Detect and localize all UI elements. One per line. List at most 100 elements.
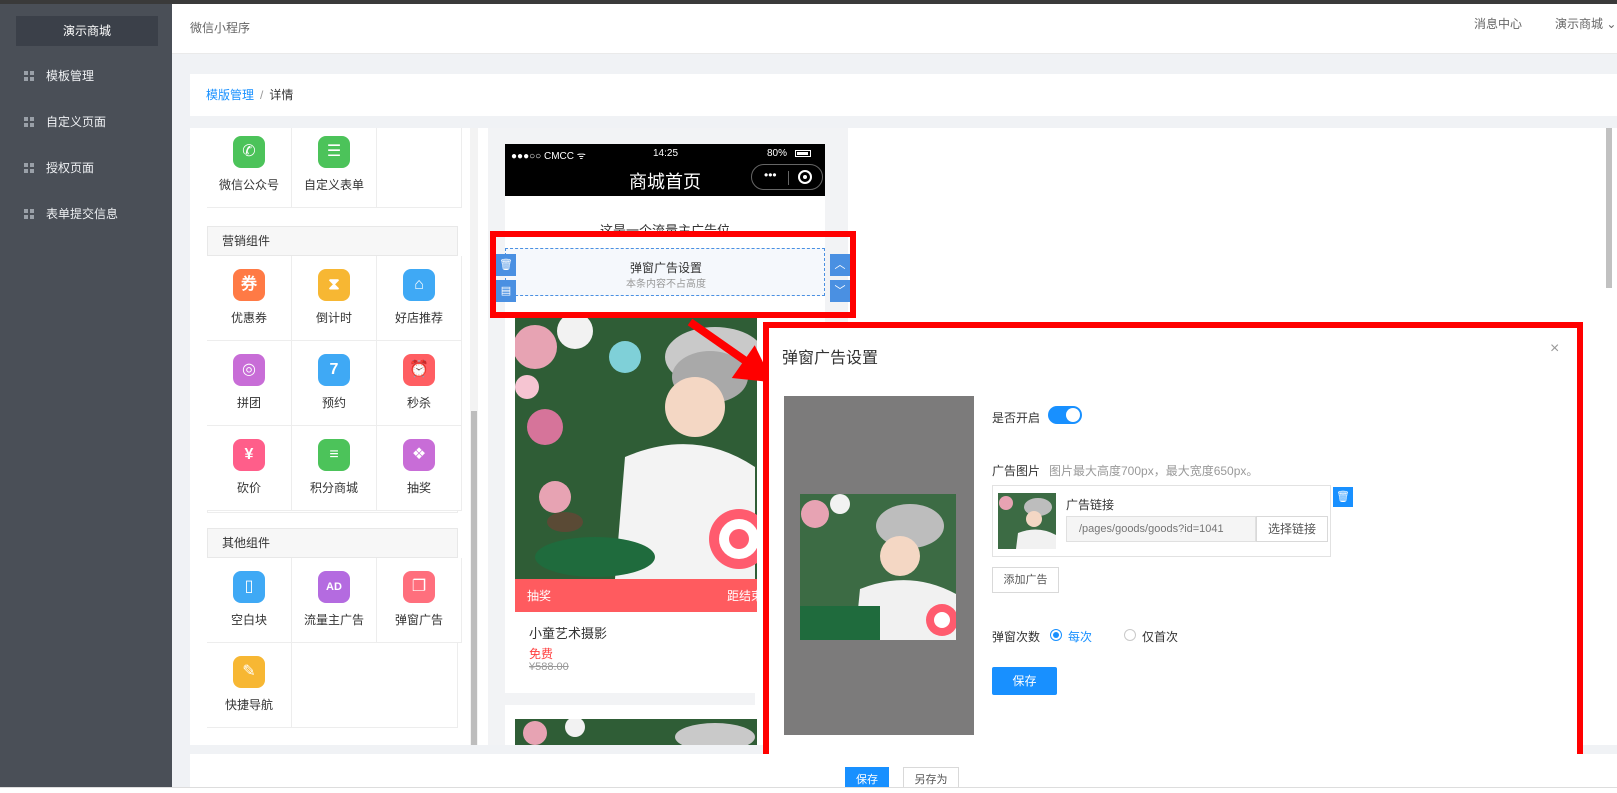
calendar-icon: 7 <box>318 354 350 386</box>
wechat-icon: ✆ <box>233 136 265 168</box>
capsule-divider <box>788 171 789 185</box>
page-scrollbar[interactable] <box>1606 128 1612 288</box>
component-coupon[interactable]: 券优惠券 <box>207 256 292 341</box>
ad-image-hint: 图片最大高度700px，最大宽度650px。 <box>1049 464 1259 478</box>
enable-toggle[interactable] <box>1048 406 1082 424</box>
component-popup-ad[interactable]: ❐ 弹窗广告 <box>377 558 462 643</box>
component-label: 秒杀 <box>406 396 431 410</box>
baby-photo-illustration <box>515 719 757 745</box>
option-every-time[interactable]: 每次 <box>1068 628 1092 645</box>
product-separator <box>505 693 755 705</box>
component-group-buy[interactable]: ◎ 拼团 <box>207 341 292 426</box>
ad-link-label: 广告链接 <box>1066 498 1115 512</box>
sidebar-item-auth-page[interactable]: 授权页面 <box>0 148 172 188</box>
component-quick-nav[interactable]: ✎ 快捷导航 <box>207 643 292 728</box>
battery-percent: 80% <box>767 148 788 159</box>
radio-first-time[interactable] <box>1124 629 1136 641</box>
yen-icon: ¥ <box>233 439 265 471</box>
component-label: 空白块 <box>230 613 267 627</box>
breadcrumb-current: 详情 <box>269 88 294 102</box>
marketing-group-title: 营销组件 <box>207 226 458 256</box>
popup-icon: ❐ <box>403 571 435 603</box>
component-label: 好店推荐 <box>394 311 443 325</box>
component-wechat-official[interactable]: ✆ 微信公众号 <box>207 128 292 208</box>
sidebar-item-label: 模板管理 <box>46 69 95 83</box>
dialog-save-button[interactable]: 保存 <box>992 667 1057 695</box>
component-shop-recommend[interactable]: ⌂ 好店推荐 <box>377 256 462 341</box>
grid-icon <box>24 117 35 128</box>
lottery-label: 抽奖 <box>527 589 552 603</box>
grid-icon <box>24 163 35 174</box>
choose-link-button[interactable]: 选择链接 <box>1256 516 1328 542</box>
trash-icon: 🗑 <box>1336 491 1350 503</box>
component-label: 自定义表单 <box>303 178 364 192</box>
ad-icon: AD <box>318 571 350 603</box>
sidebar-item-form-submissions[interactable]: 表单提交信息 <box>0 194 172 234</box>
component-label: 抽奖 <box>406 481 431 495</box>
baby-photo-illustration <box>998 493 1056 549</box>
sidebar-item-custom-page[interactable]: 自定义页面 <box>0 102 172 142</box>
component-countdown[interactable]: ⧗ 倒计时 <box>292 256 377 341</box>
coins-icon: ≡ <box>318 439 350 471</box>
carrier-text: ●●●○○ CMCC ᯤ <box>511 151 586 162</box>
component-label: 快捷导航 <box>224 698 273 712</box>
close-icon[interactable]: × <box>1550 340 1559 358</box>
component-scrollbar[interactable] <box>470 128 478 745</box>
component-label: 积分商城 <box>309 481 358 495</box>
brand-logo[interactable]: 演示商城 <box>16 16 158 46</box>
component-label: 拼团 <box>236 396 261 410</box>
countdown-label: 距结束 <box>727 589 764 603</box>
phone-time: 14:25 <box>653 148 679 159</box>
battery-icon <box>795 150 811 157</box>
hourglass-icon: ⧗ <box>318 269 350 301</box>
product-price: 免费 <box>529 647 554 661</box>
option-first-time[interactable]: 仅首次 <box>1142 628 1178 645</box>
lottery-bar: 抽奖 距结束 <box>515 579 763 612</box>
component-blank[interactable]: ▯ 空白块 <box>207 558 292 643</box>
message-center-link[interactable]: 消息中心 <box>1474 0 1522 48</box>
add-ad-button[interactable]: 添加广告 <box>992 567 1059 593</box>
phone-status-bar: ●●●○○ CMCC ᯤ 14:25 80% 商城首页 ••• <box>505 144 825 196</box>
product-photo[interactable] <box>515 317 757 579</box>
product-original-price: ¥588.00 <box>529 661 569 673</box>
ad-link-input[interactable] <box>1066 516 1256 542</box>
component-label: 优惠券 <box>230 311 267 325</box>
highlight-frame-block <box>490 231 856 318</box>
shop-icon: ⌂ <box>403 269 435 301</box>
product-photo-second[interactable] <box>515 719 757 745</box>
scrollbar-thumb[interactable] <box>471 411 477 745</box>
top-header: 微信小程序 <box>172 4 1617 54</box>
component-label: 微信公众号 <box>218 178 279 192</box>
sidebar-item-template[interactable]: 模板管理 <box>0 56 172 96</box>
mini-program-capsule[interactable]: ••• <box>751 164 823 190</box>
user-name: 演示商城 <box>1555 17 1604 31</box>
component-points-mall[interactable]: ≡ 积分商城 <box>292 426 377 511</box>
ad-thumbnail[interactable] <box>998 493 1056 549</box>
breadcrumb-template-link[interactable]: 模版管理 <box>206 88 254 102</box>
user-menu[interactable]: 演示商城 ⌄ <box>1555 0 1616 48</box>
component-flash-sale[interactable]: ⏰ 秒杀 <box>377 341 462 426</box>
alarm-icon: ⏰ <box>403 354 435 386</box>
component-custom-form[interactable]: ☰ 自定义表单 <box>292 128 377 208</box>
bottom-strip <box>0 787 1617 793</box>
enable-label: 是否开启 <box>992 411 1041 425</box>
component-traffic-ad[interactable]: AD 流量主广告 <box>292 558 377 643</box>
more-dots-icon[interactable]: ••• <box>764 168 777 182</box>
gift-icon: ❖ <box>403 439 435 471</box>
sidebar-item-label: 授权页面 <box>46 161 95 175</box>
component-label: 预约 <box>321 396 346 410</box>
empty-cell <box>377 128 462 208</box>
radio-every-time[interactable] <box>1050 629 1062 641</box>
product-name[interactable]: 小童艺术摄影 <box>529 623 607 642</box>
baby-photo-illustration <box>515 317 757 579</box>
delete-ad-button[interactable]: 🗑 <box>1333 487 1353 507</box>
component-booking[interactable]: 7 预约 <box>292 341 377 426</box>
grid-icon <box>24 209 35 220</box>
chevron-down-icon: ⌄ <box>1606 17 1617 31</box>
component-bargain[interactable]: ¥ 砍价 <box>207 426 292 511</box>
component-label: 砍价 <box>236 481 261 495</box>
close-target-icon[interactable] <box>798 170 812 184</box>
popup-times-label: 弹窗次数 <box>992 630 1041 644</box>
component-lottery[interactable]: ❖ 抽奖 <box>377 426 462 511</box>
group-icon: ◎ <box>233 354 265 386</box>
